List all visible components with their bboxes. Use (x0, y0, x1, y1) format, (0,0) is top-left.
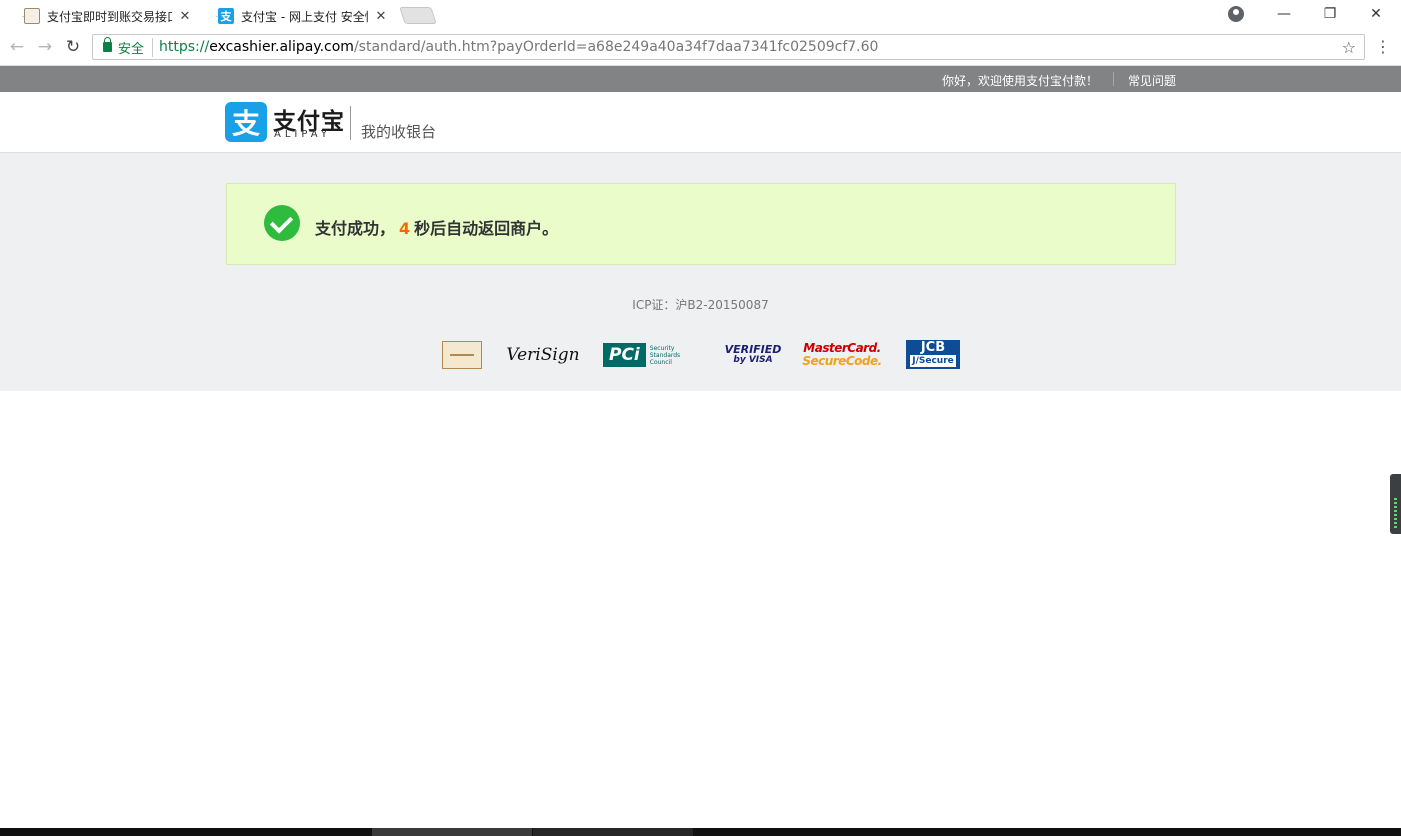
faq-link[interactable]: 常见问题 (1128, 72, 1176, 89)
check-circle-icon (264, 205, 300, 241)
address-bar[interactable]: 安全 https:// excashier.alipay.com /standa… (92, 34, 1365, 60)
tab-title: 支付宝即时到账交易接口 (47, 9, 172, 24)
lock-icon (103, 37, 112, 52)
taskbar-item[interactable] (533, 828, 693, 836)
profile-icon[interactable] (1228, 6, 1244, 22)
taskbar-item[interactable] (372, 828, 532, 836)
verified-by-visa-badge[interactable]: VERIFIED by VISA (724, 340, 782, 370)
minimize-button[interactable]: — (1261, 0, 1307, 28)
mastercard-securecode-badge[interactable]: MasterCard. SecureCode. (802, 340, 882, 370)
jcb-line2: J/Secure (910, 355, 956, 367)
back-button[interactable]: ← (6, 36, 28, 58)
security-badges: VeriSign PCi Security Standards Council … (0, 340, 1401, 372)
os-taskbar (0, 828, 1401, 836)
logo-divider (350, 106, 351, 140)
url-scheme: https:// (159, 39, 210, 55)
document-icon (24, 8, 40, 24)
pci-subtitle: Security Standards Council (649, 344, 681, 366)
browser-toolbar: ← → ↻ 安全 https:// excashier.alipay.com /… (0, 30, 1401, 66)
verisign-badge[interactable]: VeriSign (506, 340, 579, 370)
success-banner: 支付成功， 4 秒后自动返回商户。 (226, 183, 1176, 265)
success-prefix: 支付成功， (315, 219, 396, 238)
browser-tab-2[interactable]: 支 支付宝 - 网上支付 安全快 ✕ (204, 2, 398, 30)
topbar-divider (1113, 72, 1114, 86)
url-host: excashier.alipay.com (209, 39, 354, 55)
certificate-badge-icon[interactable] (442, 341, 482, 369)
security-label: 安全 (118, 37, 154, 57)
browser-tab-1[interactable]: 支付宝即时到账交易接口 ✕ (10, 2, 202, 30)
side-widget-handle[interactable] (1390, 474, 1401, 534)
alipay-icon: 支 (218, 8, 234, 24)
greeting-text: 你好，欢迎使用支付宝付款！ (942, 74, 1099, 88)
success-suffix: 秒后自动返回商户。 (414, 219, 559, 238)
restore-button[interactable]: ❐ (1307, 0, 1353, 28)
success-message: 支付成功， 4 秒后自动返回商户。 (315, 215, 558, 239)
mc-line2: SecureCode. (802, 354, 882, 368)
star-icon[interactable]: ☆ (1342, 38, 1356, 57)
page-title: 我的收银台 (361, 123, 437, 141)
pci-badge[interactable]: PCi Security Standards Council (603, 340, 699, 370)
url-path: /standard/auth.htm?payOrderId=a68e249a40… (353, 39, 879, 55)
countdown-number: 4 (399, 219, 411, 238)
site-header: 支 支付宝 ALIPAY 我的收银台 (0, 92, 1401, 153)
new-tab-button[interactable] (399, 7, 437, 24)
main-content: 支付成功， 4 秒后自动返回商户。 ICP证：沪B2-20150087 VeriSi… (0, 153, 1401, 391)
reload-button[interactable]: ↻ (62, 36, 84, 58)
vbv-line2: by VISA (733, 355, 773, 365)
window-close-button[interactable]: ✕ (1353, 0, 1399, 28)
jcb-line1: JCB (920, 340, 946, 355)
menu-icon[interactable]: ⋮ (1374, 37, 1392, 56)
logo-text-en: ALIPAY (274, 129, 331, 140)
icp-license[interactable]: ICP证：沪B2-20150087 (0, 296, 1401, 313)
vbv-line1: VERIFIED (724, 343, 782, 356)
browser-tabstrip: 支付宝即时到账交易接口 ✕ 支 支付宝 - 网上支付 安全快 ✕ — ❐ ✕ (0, 0, 1401, 30)
close-icon[interactable]: ✕ (374, 9, 388, 24)
site-topbar: 你好，欢迎使用支付宝付款！ 常见问题 (0, 66, 1401, 92)
jcb-jsecure-badge[interactable]: JCB J/Secure (906, 340, 960, 369)
alipay-logo-icon[interactable]: 支 (225, 102, 267, 142)
tab-title: 支付宝 - 网上支付 安全快 (241, 9, 368, 24)
pci-logo: PCi (603, 343, 646, 367)
forward-button[interactable]: → (34, 36, 56, 58)
close-icon[interactable]: ✕ (178, 9, 192, 24)
